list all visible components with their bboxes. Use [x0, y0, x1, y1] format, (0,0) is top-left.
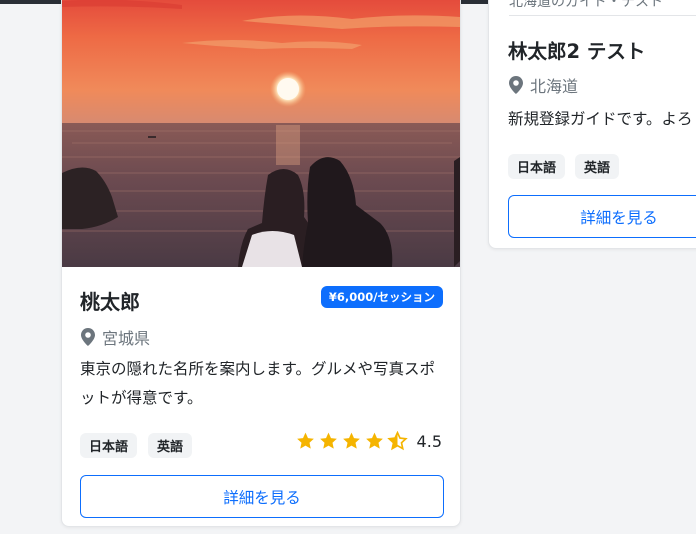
guide-name: 桃太郎: [80, 290, 140, 314]
rating: 4.5: [295, 431, 442, 451]
guide-name: 林太郎2 テスト: [508, 40, 646, 63]
star-full-icon: [342, 432, 360, 449]
star-half-icon: [386, 431, 408, 451]
rating-value: 4.5: [416, 431, 442, 451]
guide-card-momotaro: 桃太郎 ¥6,000/セッション 宮城県 東京の隠れた名所を案内します。グルメや…: [61, 0, 461, 527]
language-tag-english: 英語: [148, 433, 193, 458]
language-tag-english: 英語: [575, 154, 620, 179]
guide-description: 東京の隠れた名所を案内します。グルメや写真スポットが得意です。: [80, 360, 435, 407]
language-tag-japanese: 日本語: [508, 154, 566, 179]
location: 北海道: [509, 73, 578, 97]
location: 宮城県: [81, 325, 150, 349]
guide-description: 新規登録ガイドです。よろしくお願いします。: [508, 110, 696, 128]
guide-photo: [62, 0, 460, 267]
language-tag-japanese: 日本語: [80, 433, 138, 458]
location-label: 宮城県: [102, 329, 151, 348]
star-full-icon: [365, 432, 383, 449]
location-label: 北海道: [530, 77, 579, 96]
map-pin-icon: [509, 76, 523, 94]
star-full-icon: [319, 432, 337, 449]
divider: [509, 15, 696, 16]
price-badge: ¥6,000/セッション: [320, 286, 443, 308]
map-pin-icon: [81, 328, 95, 346]
view-details-button[interactable]: 詳細を見る: [80, 475, 444, 518]
star-full-icon: [296, 432, 314, 449]
card-header-text: 北海道のガイド・テスト: [509, 0, 663, 10]
view-details-button[interactable]: 詳細を見る: [508, 195, 696, 238]
guide-card-rintaro: 北海道のガイド・テスト 林太郎2 テスト 北海道 新規登録ガイドです。よろしくお…: [488, 0, 696, 249]
